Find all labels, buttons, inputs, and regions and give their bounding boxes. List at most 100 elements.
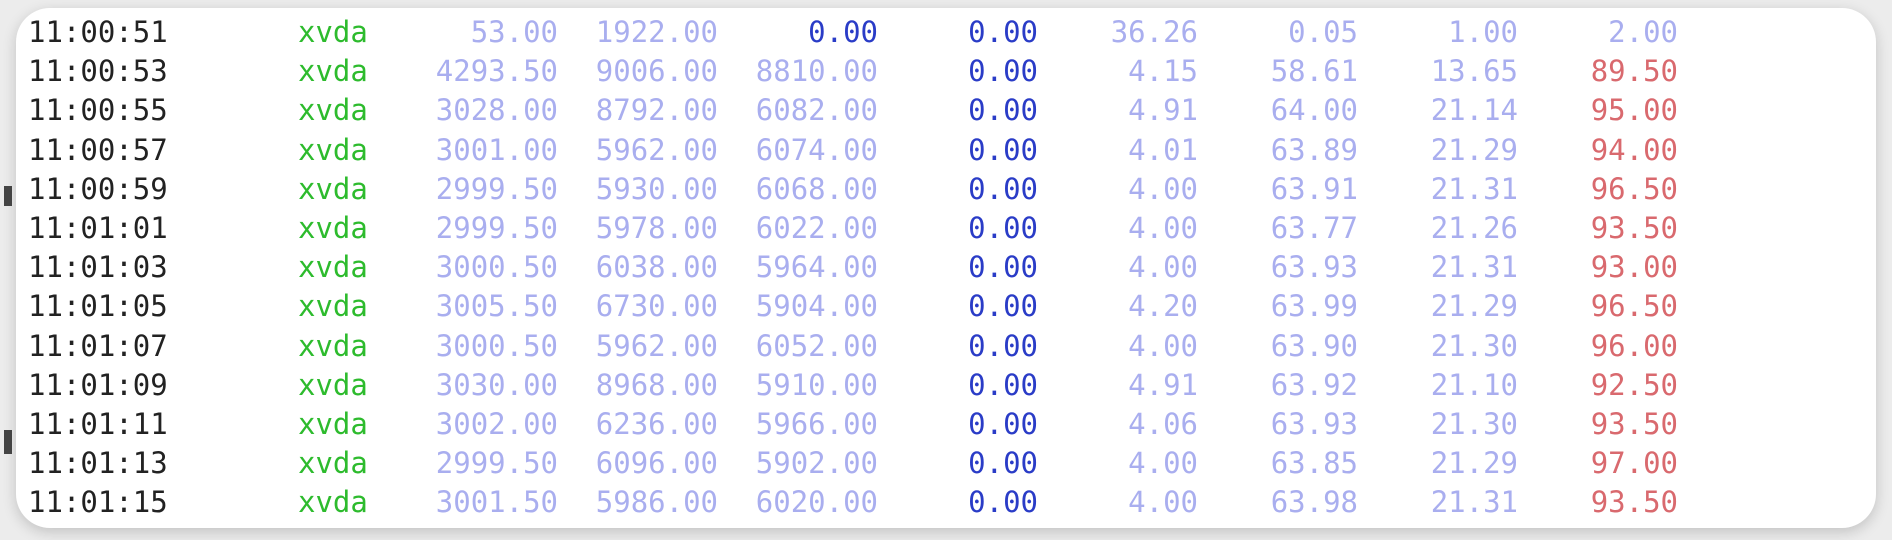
value-cell-7: 21.30 bbox=[1430, 328, 1518, 363]
value-cell-4: 0.00 bbox=[968, 328, 1038, 363]
value-cell-7: 21.31 bbox=[1430, 171, 1518, 206]
value-cell-1: 3005.50 bbox=[435, 289, 558, 324]
time-cell: 11:01:13 bbox=[28, 446, 168, 481]
time-cell: 11:00:59 bbox=[28, 171, 168, 206]
value-cell-3: 5964.00 bbox=[755, 250, 878, 285]
value-cell-3: 6052.00 bbox=[755, 328, 878, 363]
value-cell-8: 89.50 bbox=[1590, 54, 1678, 89]
value-cell-5: 4.01 bbox=[1128, 132, 1198, 167]
value-cell-6: 63.85 bbox=[1270, 446, 1358, 481]
value-cell-3: 6068.00 bbox=[755, 171, 878, 206]
time-cell: 11:01:01 bbox=[28, 210, 168, 245]
value-cell-6: 63.99 bbox=[1270, 289, 1358, 324]
value-cell-4: 0.00 bbox=[968, 210, 1038, 245]
value-cell-5: 4.00 bbox=[1128, 210, 1198, 245]
value-cell-6: 64.00 bbox=[1270, 93, 1358, 128]
device-cell: xvda bbox=[298, 367, 368, 402]
value-cell-4: 0.00 bbox=[968, 171, 1038, 206]
device-cell: xvda bbox=[298, 15, 368, 49]
value-cell-5: 4.06 bbox=[1128, 406, 1198, 441]
value-cell-1: 3002.00 bbox=[435, 406, 558, 441]
value-cell-3: 5910.00 bbox=[755, 367, 878, 402]
value-cell-6: 63.92 bbox=[1270, 367, 1358, 402]
value-cell-3: 5904.00 bbox=[755, 289, 878, 324]
value-cell-4: 0.00 bbox=[968, 15, 1038, 49]
value-cell-8: 93.00 bbox=[1590, 250, 1678, 285]
terminal-window[interactable]: 11:00:51 xvda 53.00 1922.00 0.00 0.00 36… bbox=[16, 8, 1876, 528]
value-cell-1: 3001.50 bbox=[435, 485, 558, 520]
value-cell-1: 2999.50 bbox=[435, 446, 558, 481]
value-cell-2: 5930.00 bbox=[595, 171, 718, 206]
value-cell-3: 6020.00 bbox=[755, 485, 878, 520]
device-cell: xvda bbox=[298, 446, 368, 481]
time-cell: 11:01:05 bbox=[28, 289, 168, 324]
value-cell-5: 4.00 bbox=[1128, 328, 1198, 363]
value-cell-1: 3000.50 bbox=[435, 250, 558, 285]
value-cell-2: 6730.00 bbox=[595, 289, 718, 324]
value-cell-7: 21.31 bbox=[1430, 250, 1518, 285]
value-cell-7: 21.14 bbox=[1430, 93, 1518, 128]
value-cell-6: 63.91 bbox=[1270, 171, 1358, 206]
value-cell-7: 21.30 bbox=[1430, 406, 1518, 441]
device-cell: xvda bbox=[298, 289, 368, 324]
time-cell: 11:00:51 bbox=[28, 15, 168, 49]
value-cell-6: 63.77 bbox=[1270, 210, 1358, 245]
left-edge-glyph bbox=[4, 430, 12, 454]
value-cell-8: 92.50 bbox=[1590, 367, 1678, 402]
value-cell-3: 8810.00 bbox=[755, 54, 878, 89]
value-cell-8: 96.50 bbox=[1590, 171, 1678, 206]
value-cell-7: 21.31 bbox=[1430, 485, 1518, 520]
time-cell: 11:01:15 bbox=[28, 485, 168, 520]
device-cell: xvda bbox=[298, 54, 368, 89]
value-cell-1: 3030.00 bbox=[435, 367, 558, 402]
device-cell: xvda bbox=[298, 171, 368, 206]
left-edge-glyph bbox=[4, 186, 12, 206]
value-cell-2: 8792.00 bbox=[595, 93, 718, 128]
value-cell-2: 6038.00 bbox=[595, 250, 718, 285]
value-cell-5: 4.91 bbox=[1128, 367, 1198, 402]
value-cell-8: 94.00 bbox=[1590, 132, 1678, 167]
value-cell-1: 4293.50 bbox=[435, 54, 558, 89]
value-cell-1: 2999.50 bbox=[435, 210, 558, 245]
value-cell-2: 8968.00 bbox=[595, 367, 718, 402]
value-cell-7: 1.00 bbox=[1448, 15, 1518, 49]
value-cell-2: 9006.00 bbox=[595, 54, 718, 89]
value-cell-2: 6236.00 bbox=[595, 406, 718, 441]
value-cell-5: 4.15 bbox=[1128, 54, 1198, 89]
device-cell: xvda bbox=[298, 93, 368, 128]
value-cell-6: 63.90 bbox=[1270, 328, 1358, 363]
value-cell-1: 3000.50 bbox=[435, 328, 558, 363]
device-cell: xvda bbox=[298, 250, 368, 285]
time-cell: 11:01:03 bbox=[28, 250, 168, 285]
time-cell: 11:00:55 bbox=[28, 93, 168, 128]
value-cell-6: 63.93 bbox=[1270, 406, 1358, 441]
value-cell-3: 6074.00 bbox=[755, 132, 878, 167]
value-cell-6: 63.89 bbox=[1270, 132, 1358, 167]
value-cell-4: 0.00 bbox=[968, 93, 1038, 128]
value-cell-7: 21.29 bbox=[1430, 132, 1518, 167]
value-cell-7: 21.29 bbox=[1430, 446, 1518, 481]
time-cell: 11:01:11 bbox=[28, 406, 168, 441]
device-cell: xvda bbox=[298, 132, 368, 167]
value-cell-5: 4.00 bbox=[1128, 485, 1198, 520]
value-cell-5: 4.00 bbox=[1128, 250, 1198, 285]
value-cell-4: 0.00 bbox=[968, 54, 1038, 89]
value-cell-7: 21.26 bbox=[1430, 210, 1518, 245]
value-cell-8: 95.00 bbox=[1590, 93, 1678, 128]
value-cell-4: 0.00 bbox=[968, 406, 1038, 441]
value-cell-6: 63.93 bbox=[1270, 250, 1358, 285]
value-cell-6: 0.05 bbox=[1288, 15, 1358, 49]
value-cell-8: 2.00 bbox=[1608, 15, 1678, 49]
value-cell-2: 6096.00 bbox=[595, 446, 718, 481]
value-cell-5: 4.20 bbox=[1128, 289, 1198, 324]
value-cell-5: 4.00 bbox=[1128, 446, 1198, 481]
value-cell-8: 97.00 bbox=[1590, 446, 1678, 481]
value-cell-4: 0.00 bbox=[968, 446, 1038, 481]
value-cell-4: 0.00 bbox=[968, 367, 1038, 402]
value-cell-1: 3028.00 bbox=[435, 93, 558, 128]
value-cell-1: 2999.50 bbox=[435, 171, 558, 206]
value-cell-4: 0.00 bbox=[968, 132, 1038, 167]
device-cell: xvda bbox=[298, 328, 368, 363]
device-cell: xvda bbox=[298, 485, 368, 520]
time-cell: 11:00:53 bbox=[28, 54, 168, 89]
